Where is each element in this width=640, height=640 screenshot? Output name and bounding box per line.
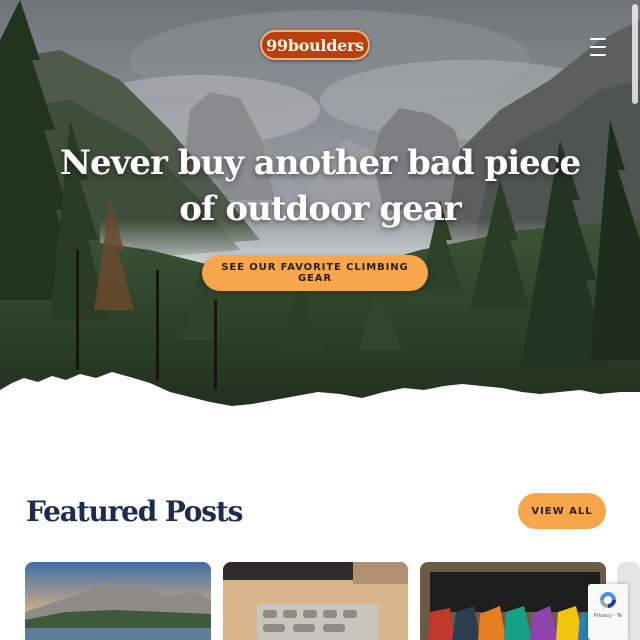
post-thumbnail-hangboard <box>223 562 408 640</box>
post-thumbnail-climbing-shoes <box>420 562 606 640</box>
view-all-button[interactable]: VIEW ALL <box>518 493 606 529</box>
scrollbar[interactable] <box>630 0 640 640</box>
hero-section: 99boulders Never buy another bad piece o… <box>0 0 640 420</box>
featured-post-card[interactable] <box>223 562 408 640</box>
recaptcha-logo-icon <box>600 592 616 608</box>
hamburger-menu-icon[interactable] <box>584 36 612 58</box>
logo-text: 99boulders <box>266 35 364 55</box>
menu-line <box>590 46 606 48</box>
hero-title: Never buy another bad piece of outdoor g… <box>59 143 581 229</box>
menu-line <box>590 54 606 56</box>
menu-line <box>590 38 606 40</box>
logo[interactable]: 99boulders <box>260 30 370 60</box>
featured-posts-heading: Featured Posts <box>26 495 243 528</box>
page: 99boulders Never buy another bad piece o… <box>0 0 640 640</box>
featured-post-card[interactable] <box>420 562 606 640</box>
recaptcha-fine-print[interactable]: Privacy - Te <box>594 613 622 619</box>
featured-post-card[interactable] <box>25 562 211 640</box>
recaptcha-badge[interactable]: Privacy - Te <box>588 584 628 640</box>
scrollbar-thumb[interactable] <box>632 4 638 104</box>
climbing-gear-cta-button[interactable]: SEE OUR FAVORITE CLIMBING GEAR <box>202 255 428 291</box>
post-thumbnail-mountains <box>25 562 211 640</box>
